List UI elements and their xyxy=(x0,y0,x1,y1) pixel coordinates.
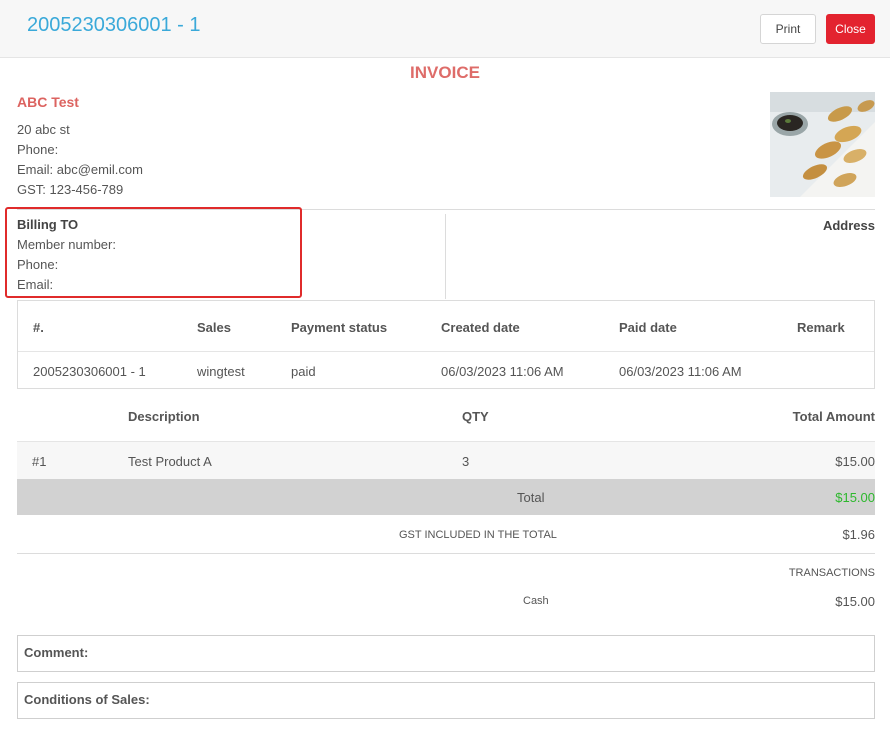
company-gst: GST: 123-456-789 xyxy=(17,182,124,197)
comment-box: Comment: xyxy=(17,635,875,672)
table-row: #1 Test Product A 3 $15.00 xyxy=(17,441,875,479)
company-logo-image xyxy=(770,92,875,197)
table-row-divider xyxy=(18,351,874,352)
conditions-box: Conditions of Sales: xyxy=(17,682,875,719)
item-qty: 3 xyxy=(462,454,470,469)
cell-created-date: 06/03/2023 11:06 AM xyxy=(441,364,564,379)
cell-sales: wingtest xyxy=(197,364,245,379)
billing-highlight-box xyxy=(5,207,302,298)
gst-label: GST INCLUDED IN THE TOTAL xyxy=(399,529,557,541)
total-row: Total $15.00 xyxy=(17,479,875,515)
invoice-heading: INVOICE xyxy=(410,63,480,82)
item-amount: $15.00 xyxy=(835,454,875,469)
billing-divider xyxy=(445,214,446,299)
cell-paid-date: 06/03/2023 11:06 AM xyxy=(619,364,742,379)
header-payment-status: Payment status xyxy=(291,320,388,335)
address-label: Address xyxy=(822,218,875,233)
comment-label: Comment: xyxy=(24,645,89,660)
company-phone: Phone: xyxy=(17,142,59,157)
header-description: Description xyxy=(128,409,200,424)
gst-divider xyxy=(17,553,875,554)
transactions-label: TRANSACTIONS xyxy=(788,567,875,579)
conditions-label: Conditions of Sales: xyxy=(24,692,150,707)
item-number: #1 xyxy=(32,454,47,469)
cell-number: 2005230306001 - 1 xyxy=(33,364,146,379)
company-email: Email: abc@emil.com xyxy=(17,162,143,177)
company-address: 20 abc st xyxy=(17,122,70,137)
header-number: #. xyxy=(33,320,44,335)
cash-label: Cash xyxy=(523,595,549,607)
invoice-number-title: 2005230306001 - 1 xyxy=(27,14,201,36)
cash-value: $15.00 xyxy=(835,594,875,609)
header-qty: QTY xyxy=(462,409,489,424)
company-name: ABC Test xyxy=(17,94,79,110)
modal-header: 2005230306001 - 1 Print Close xyxy=(0,0,890,58)
print-button[interactable]: Print xyxy=(760,14,816,44)
header-total-amount: Total Amount xyxy=(792,409,875,424)
gst-value: $1.96 xyxy=(842,527,875,542)
header-created-date: Created date xyxy=(441,320,520,335)
total-value: $15.00 xyxy=(835,490,875,505)
header-paid-date: Paid date xyxy=(619,320,677,335)
cell-payment-status: paid xyxy=(291,364,316,379)
order-info-table: #. Sales Payment status Created date Pai… xyxy=(17,300,875,389)
header-remark: Remark xyxy=(797,320,845,335)
total-label: Total xyxy=(517,490,545,505)
close-button[interactable]: Close xyxy=(826,14,875,44)
header-sales: Sales xyxy=(197,320,231,335)
item-description: Test Product A xyxy=(128,454,212,469)
